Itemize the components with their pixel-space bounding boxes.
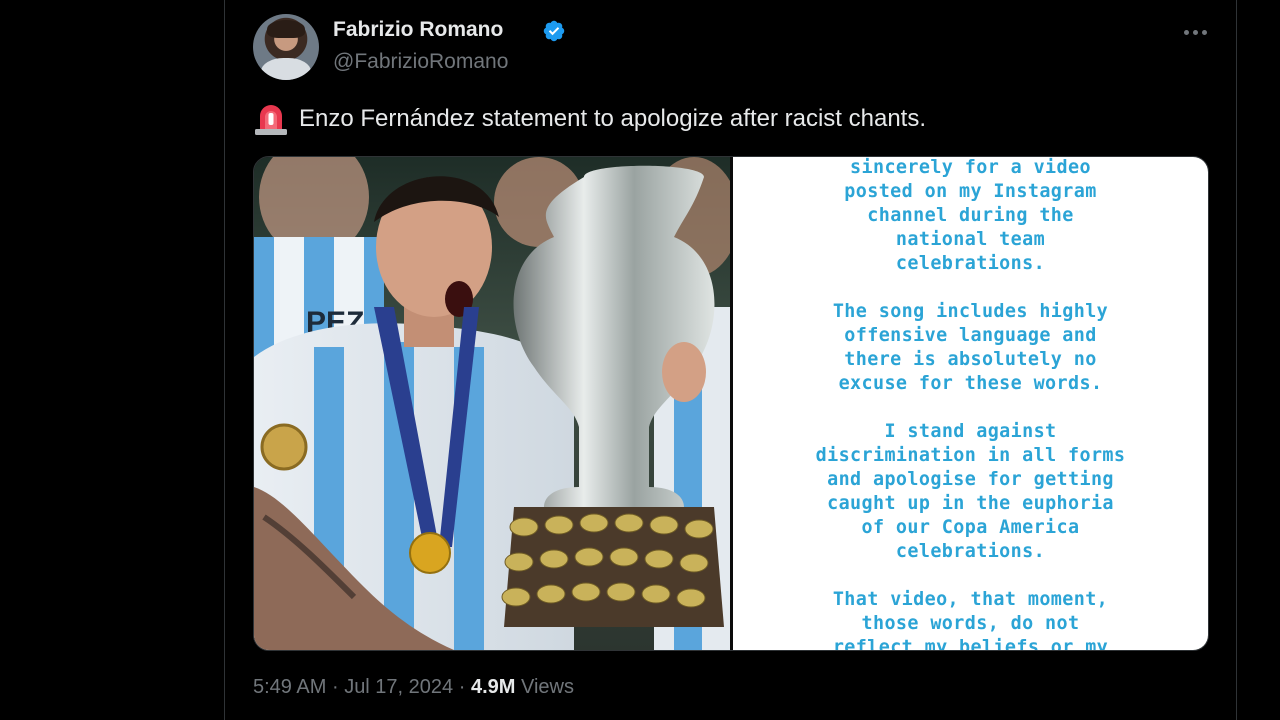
views-label: Views [521,676,574,698]
tweet-body: Enzo Fernández statement to apologize af… [299,105,927,132]
player-trophy-photo[interactable]: PEZ [254,157,730,650]
author-name[interactable]: Fabrizio Romano [333,18,503,42]
statement-image[interactable]: sincerely for a video posted on my Insta… [733,157,1208,650]
author-handle[interactable]: @FabrizioRomano [333,50,508,74]
left-column-border [224,0,225,720]
statement-text: sincerely for a video posted on my Insta… [815,157,1126,650]
tweet-text: Enzo Fernández statement to apologize af… [253,102,1193,136]
tweet-time[interactable]: 5:49 AM [253,676,326,698]
more-options-icon[interactable] [1179,16,1211,48]
right-column-border [1236,0,1237,720]
views-count: 4.9M [470,676,516,698]
tweet[interactable]: Fabrizio Romano @FabrizioRomano Enzo Fer… [226,0,1236,720]
tweet-date[interactable]: Jul 17, 2024 [344,676,453,698]
verified-badge-icon [543,20,565,42]
tweet-media[interactable]: PEZ sincerely for a video posted on my I… [253,156,1209,651]
rotating-light-icon [255,105,287,135]
tweet-metadata: 5:49 AM · Jul 17, 2024 · 4.9M Views [253,676,574,698]
avatar[interactable] [253,14,319,80]
